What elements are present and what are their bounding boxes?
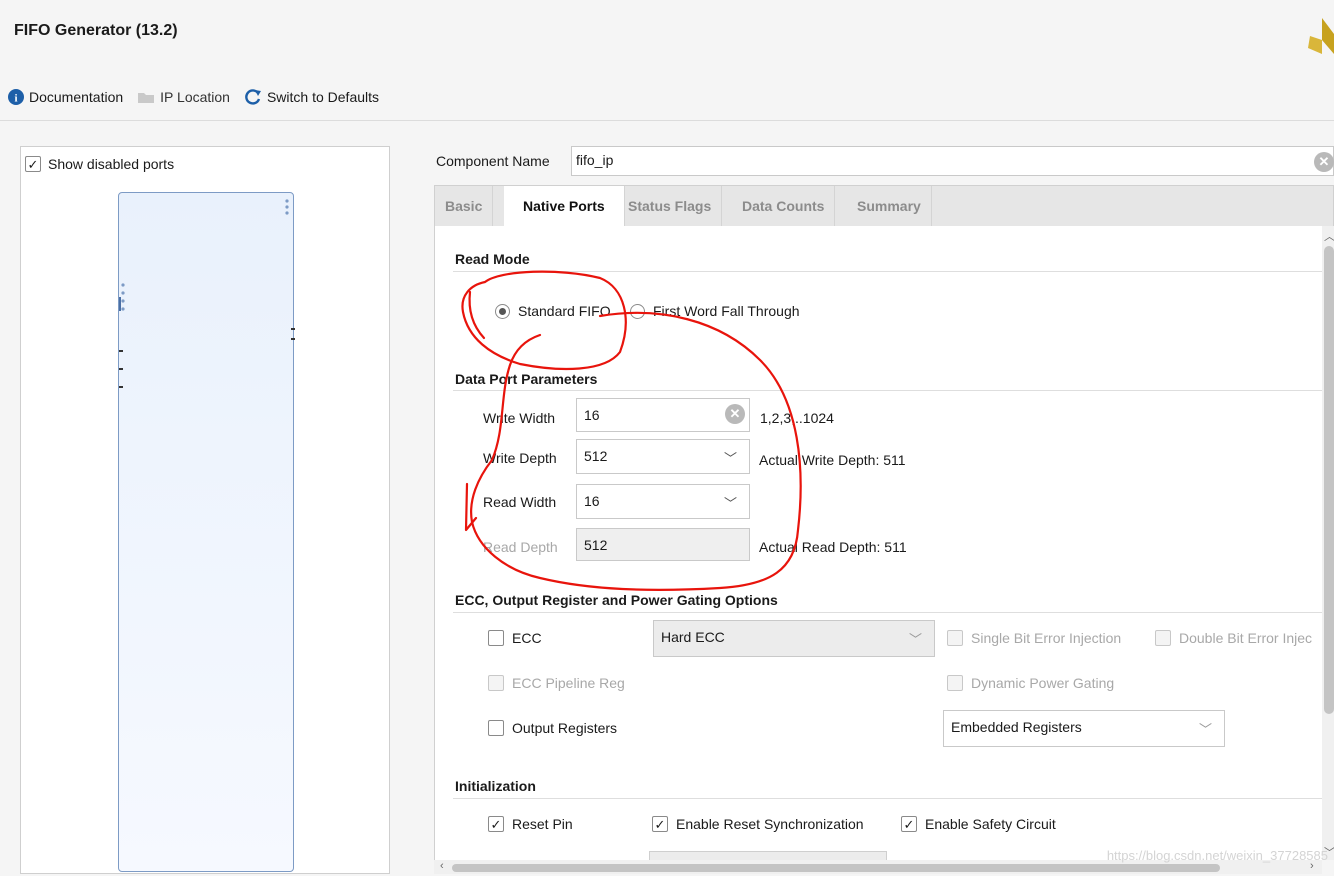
ecc-type-value: Hard ECC xyxy=(661,629,725,645)
clear-write-width-icon[interactable]: ✕ xyxy=(725,404,745,424)
ip-symbol-panel: ✓ Show disabled ports xyxy=(20,146,390,874)
write-width-input[interactable]: 16 xyxy=(576,398,750,432)
read-depth-field: 512 xyxy=(576,528,750,561)
documentation-button[interactable]: i Documentation xyxy=(8,89,123,105)
watermark-text: https://blog.csdn.net/weixin_37728585 xyxy=(1106,848,1328,863)
read-width-label: Read Width xyxy=(483,494,557,510)
output-registers-checkbox[interactable] xyxy=(488,720,504,736)
ecc-pipeline-checkbox xyxy=(488,675,504,691)
reset-pin-label: Reset Pin xyxy=(512,816,573,832)
documentation-label: Documentation xyxy=(29,89,124,105)
double-bit-error-checkbox xyxy=(1155,630,1171,646)
section-divider xyxy=(453,612,1322,613)
switch-to-defaults-button[interactable]: Switch to Defaults xyxy=(244,88,379,106)
scroll-up-icon[interactable]: ︿ xyxy=(1324,228,1334,244)
write-depth-value: 512 xyxy=(584,448,608,464)
output-registers-option[interactable]: Output Registers xyxy=(488,720,617,736)
scroll-left-icon[interactable]: ‹ xyxy=(440,860,444,872)
radio-selected-dot xyxy=(499,307,506,315)
dynamic-power-label: Dynamic Power Gating xyxy=(971,675,1115,691)
clear-component-name-icon[interactable]: ✕ xyxy=(1314,152,1334,172)
chevron-down-icon: ﹀ xyxy=(908,632,922,647)
standard-fifo-radio[interactable] xyxy=(495,303,510,319)
safety-circuit-label: Enable Safety Circuit xyxy=(925,816,1056,832)
tab-bar: Basic Native Ports Status Flags Data Cou… xyxy=(434,185,1334,228)
register-type-value: Embedded Registers xyxy=(951,719,1082,735)
read-width-value: 16 xyxy=(584,493,600,509)
ecc-type-select: Hard ECC ﹀ xyxy=(653,620,935,657)
write-depth-label: Write Depth xyxy=(483,450,557,466)
ecc-checkbox[interactable] xyxy=(488,630,504,646)
ip-location-button[interactable]: IP Location xyxy=(137,89,230,105)
double-bit-error-option: Double Bit Error Injec xyxy=(1155,630,1323,646)
ip-location-label: IP Location xyxy=(160,89,230,105)
register-type-select[interactable]: Embedded Registers ﹀ xyxy=(943,710,1225,747)
single-bit-error-option: Single Bit Error Injection xyxy=(947,630,1121,646)
info-icon: i xyxy=(8,89,24,105)
show-disabled-ports-label: Show disabled ports xyxy=(48,156,175,172)
ecc-label: ECC xyxy=(512,630,542,646)
chevron-down-icon: ﹀ xyxy=(723,451,737,466)
fwft-option[interactable]: First Word Fall Through xyxy=(630,303,800,319)
port-pins xyxy=(117,199,297,868)
reset-sync-checkbox[interactable]: ✓ xyxy=(652,816,668,832)
safety-circuit-option[interactable]: ✓ Enable Safety Circuit xyxy=(901,816,1056,832)
write-width-range-hint: 1,2,3,..1024 xyxy=(760,410,834,426)
toolbar-divider xyxy=(0,120,1334,121)
safety-circuit-checkbox[interactable]: ✓ xyxy=(901,816,917,832)
standard-fifo-label: Standard FIFO xyxy=(518,303,611,319)
ecc-option[interactable]: ECC xyxy=(488,630,542,646)
dynamic-power-option: Dynamic Power Gating xyxy=(947,675,1114,691)
output-registers-label: Output Registers xyxy=(512,720,618,736)
xilinx-logo-icon xyxy=(1308,18,1334,54)
tab-summary[interactable]: Summary xyxy=(847,186,932,227)
component-name-label: Component Name xyxy=(436,153,550,169)
dynamic-power-checkbox xyxy=(947,675,963,691)
horizontal-scrollbar-thumb[interactable] xyxy=(452,864,1220,872)
tab-status-flags[interactable]: Status Flags xyxy=(618,186,723,227)
write-width-label: Write Width xyxy=(483,410,556,426)
toolbar: i Documentation IP Location Switch to De… xyxy=(8,86,379,108)
standard-fifo-option[interactable]: Standard FIFO xyxy=(495,303,611,319)
ecc-heading: ECC, Output Register and Power Gating Op… xyxy=(455,592,778,608)
tab-basic[interactable]: Basic xyxy=(435,186,494,227)
show-disabled-ports-checkbox[interactable]: ✓ xyxy=(25,156,41,172)
single-bit-error-label: Single Bit Error Injection xyxy=(971,630,1122,646)
fwft-radio[interactable] xyxy=(630,303,645,319)
refresh-icon xyxy=(245,89,261,105)
show-disabled-ports-toggle[interactable]: ✓ Show disabled ports xyxy=(25,156,174,172)
tab-native-ports[interactable]: Native Ports xyxy=(504,186,625,228)
component-name-input[interactable]: fifo_ip xyxy=(571,146,1334,176)
write-depth-select[interactable]: 512 ﹀ xyxy=(576,439,750,474)
window-title: FIFO Generator (13.2) xyxy=(14,22,178,39)
ecc-pipeline-option: ECC Pipeline Reg xyxy=(488,675,625,691)
switch-to-defaults-label: Switch to Defaults xyxy=(266,89,380,105)
single-bit-error-checkbox xyxy=(947,630,963,646)
reset-sync-label: Enable Reset Synchronization xyxy=(676,816,864,832)
double-bit-error-label: Double Bit Error Injec xyxy=(1179,630,1313,646)
reset-pin-option[interactable]: ✓ Reset Pin xyxy=(488,816,573,832)
actual-read-depth: Actual Read Depth: 511 xyxy=(759,539,907,555)
svg-text:i: i xyxy=(14,93,17,105)
fwft-label: First Word Fall Through xyxy=(653,303,800,319)
reset-pin-checkbox[interactable]: ✓ xyxy=(488,816,504,832)
actual-write-depth: Actual Write Depth: 511 xyxy=(759,452,906,468)
read-mode-heading: Read Mode xyxy=(455,251,530,267)
section-divider xyxy=(453,271,1322,272)
read-depth-label: Read Depth xyxy=(483,539,558,555)
section-divider xyxy=(453,390,1322,391)
chevron-down-icon: ﹀ xyxy=(723,496,737,511)
read-width-select[interactable]: 16 ﹀ xyxy=(576,484,750,519)
ip-symbol-block[interactable] xyxy=(117,192,297,872)
section-divider xyxy=(453,798,1322,799)
ecc-pipeline-label: ECC Pipeline Reg xyxy=(512,675,625,691)
native-ports-content: Read Mode Standard FIFO First Word Fall … xyxy=(434,226,1322,874)
tab-data-counts[interactable]: Data Counts xyxy=(732,186,836,227)
initialization-heading: Initialization xyxy=(455,778,536,794)
data-port-heading: Data Port Parameters xyxy=(455,371,598,387)
vertical-scrollbar-thumb[interactable] xyxy=(1324,246,1334,714)
reset-sync-option[interactable]: ✓ Enable Reset Synchronization xyxy=(652,816,864,832)
chevron-down-icon: ﹀ xyxy=(1198,722,1212,737)
folder-icon xyxy=(138,93,155,103)
